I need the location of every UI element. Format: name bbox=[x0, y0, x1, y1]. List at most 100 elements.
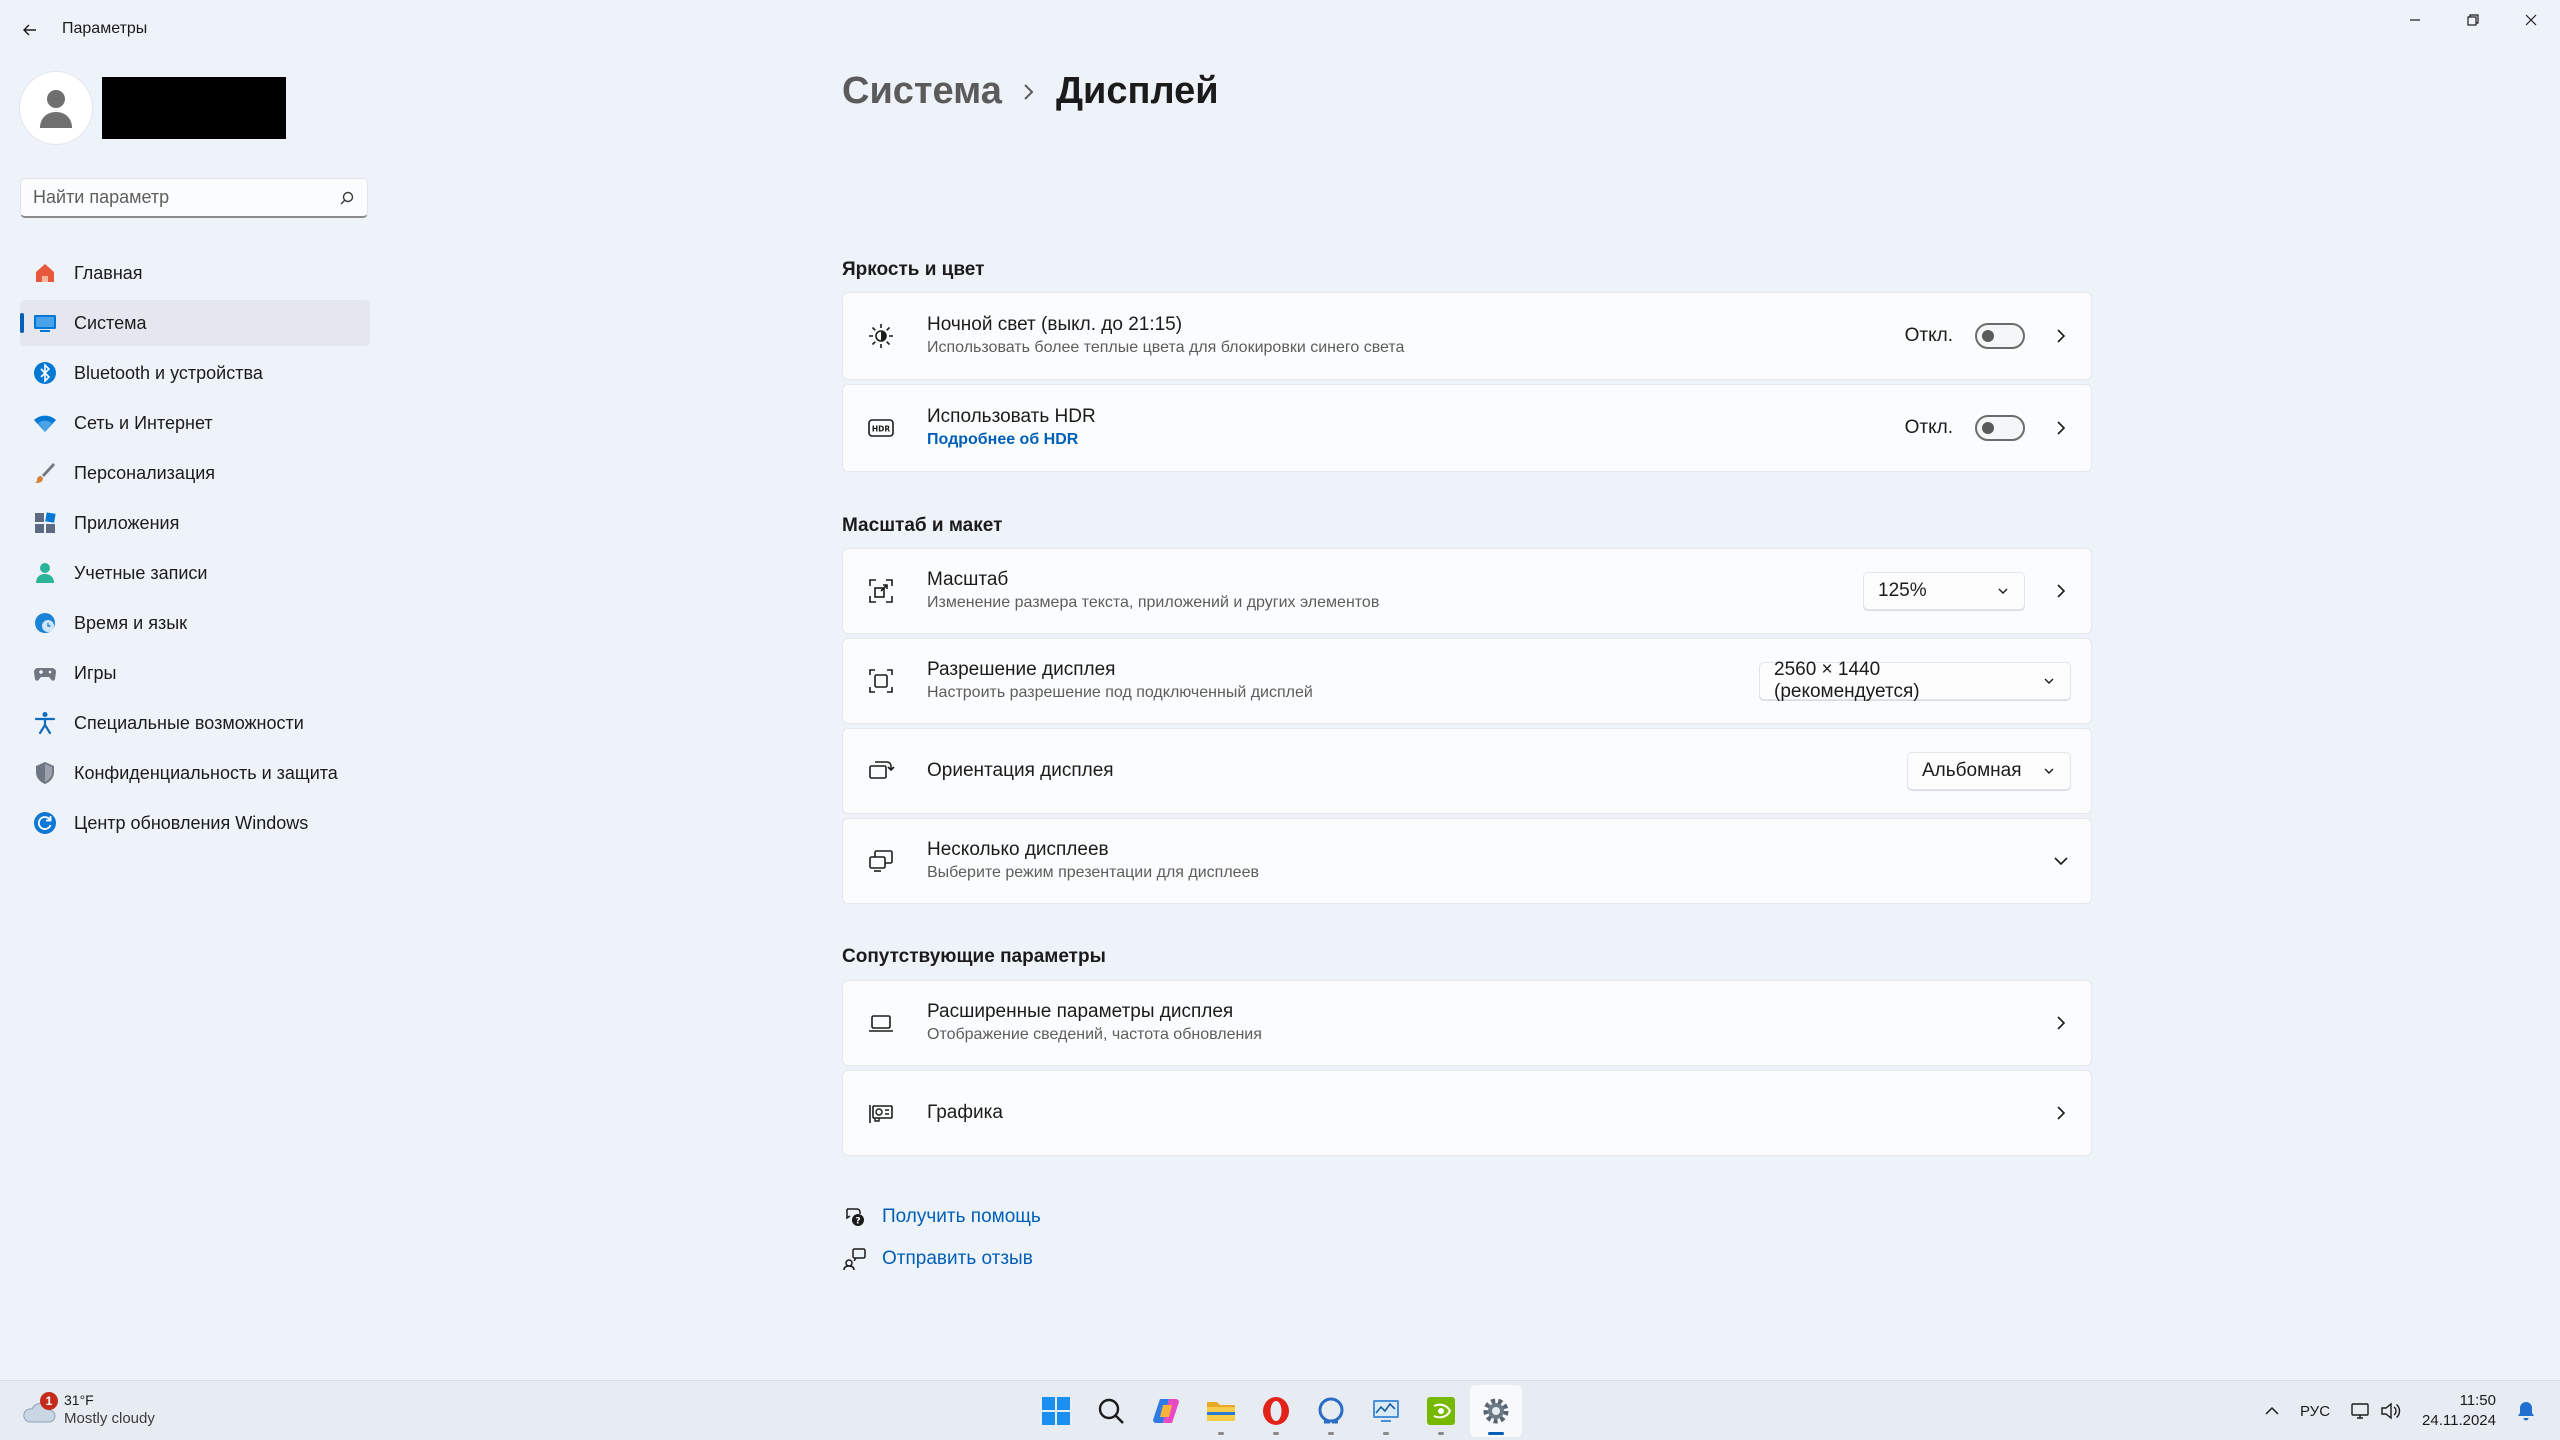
search-box[interactable] bbox=[20, 178, 368, 218]
running-indicator bbox=[1438, 1432, 1444, 1435]
nvidia-button[interactable] bbox=[1415, 1385, 1467, 1437]
graphics-card-icon bbox=[865, 1097, 897, 1129]
section-title-scale-layout: Масштаб и макет bbox=[842, 515, 1003, 536]
hdr-learn-more-link[interactable]: Подробнее об HDR bbox=[927, 429, 1905, 451]
chevron-down-icon bbox=[2042, 766, 2056, 776]
start-button[interactable] bbox=[1030, 1385, 1082, 1437]
close-button[interactable] bbox=[2502, 0, 2560, 40]
resolution-dropdown[interactable]: 2560 × 1440 (рекомендуется) bbox=[1759, 659, 2071, 702]
app-title: Параметры bbox=[62, 20, 148, 37]
night-light-card[interactable]: Ночной свет (выкл. до 21:15) Использоват… bbox=[842, 292, 2092, 380]
chevron-down-icon bbox=[1996, 586, 2010, 596]
minimize-button[interactable] bbox=[2386, 0, 2444, 40]
chevron-right-icon bbox=[1022, 82, 1036, 102]
taskbar-search-button[interactable] bbox=[1085, 1385, 1137, 1437]
volume-icon bbox=[2381, 1402, 2401, 1420]
sidebar-item-windows-update[interactable]: Центр обновления Windows bbox=[20, 800, 370, 846]
sidebar-nav: Главная Система Bluetooth и устройства С… bbox=[20, 250, 370, 850]
hdr-card[interactable]: HDR Использовать HDR Подробнее об HDR От… bbox=[842, 384, 2092, 472]
sidebar-item-home[interactable]: Главная bbox=[20, 250, 370, 296]
clock-date: 24.11.2024 bbox=[2422, 1412, 2496, 1429]
back-button[interactable] bbox=[14, 14, 46, 46]
svg-text:HDR: HDR bbox=[872, 425, 891, 434]
monitor-icon bbox=[32, 310, 58, 336]
help-links: ? Получить помощь Отправить отзыв bbox=[842, 1196, 1041, 1280]
sidebar-item-label: Bluetooth и устройства bbox=[74, 362, 263, 383]
restore-button[interactable] bbox=[2444, 0, 2502, 40]
opera-icon bbox=[1263, 1397, 1289, 1425]
user-profile[interactable] bbox=[20, 72, 286, 144]
search-input[interactable] bbox=[33, 187, 339, 208]
sidebar-item-label: Система bbox=[74, 312, 147, 333]
advanced-display-subtitle: Отображение сведений, частота обновления bbox=[927, 1026, 1262, 1043]
notifications-button[interactable] bbox=[2516, 1400, 2536, 1422]
sidebar-item-apps[interactable]: Приложения bbox=[20, 500, 370, 546]
chevron-right-icon bbox=[2051, 418, 2071, 438]
nvidia-icon bbox=[1427, 1397, 1455, 1425]
home-icon bbox=[32, 260, 58, 286]
input-language[interactable]: РУС bbox=[2300, 1403, 2330, 1420]
get-help-link[interactable]: ? Получить помощь bbox=[842, 1196, 1041, 1238]
multiple-displays-subtitle: Выберите режим презентации для дисплеев bbox=[927, 864, 1259, 881]
feedback-icon bbox=[842, 1246, 868, 1272]
sidebar-item-system[interactable]: Система bbox=[20, 300, 370, 346]
settings-button[interactable] bbox=[1470, 1385, 1522, 1437]
sidebar-item-bluetooth[interactable]: Bluetooth и устройства bbox=[20, 350, 370, 396]
laptop-icon bbox=[865, 1007, 897, 1039]
resolution-card[interactable]: Разрешение дисплея Настроить разрешение … bbox=[842, 638, 2092, 724]
sidebar-item-privacy[interactable]: Конфиденциальность и защита bbox=[20, 750, 370, 796]
minimize-icon bbox=[2410, 19, 2420, 21]
brush-icon bbox=[32, 460, 58, 486]
hdr-toggle[interactable] bbox=[1975, 415, 2025, 441]
file-explorer-icon bbox=[1207, 1402, 1235, 1421]
sidebar-item-accounts[interactable]: Учетные записи bbox=[20, 550, 370, 596]
network-volume-group[interactable] bbox=[2350, 1401, 2402, 1421]
resolution-value: 2560 × 1440 (рекомендуется) bbox=[1774, 659, 1920, 702]
sidebar-item-personalization[interactable]: Персонализация bbox=[20, 450, 370, 496]
breadcrumb: Система Дисплей bbox=[842, 70, 1219, 113]
monitor-app-button[interactable] bbox=[1360, 1385, 1412, 1437]
resolution-icon bbox=[865, 665, 897, 697]
taskbar: 1 31°F Mostly cloudy РУС 11:50 24.11.202… bbox=[0, 1380, 2560, 1440]
show-hidden-icons-button[interactable] bbox=[2264, 1405, 2280, 1417]
orientation-card[interactable]: Ориентация дисплея Альбомная bbox=[842, 728, 2092, 814]
arrow-left-icon bbox=[23, 24, 36, 36]
sidebar-item-gaming[interactable]: Игры bbox=[20, 650, 370, 696]
sidebar-item-label: Конфиденциальность и защита bbox=[74, 762, 338, 783]
graphics-card[interactable]: Графика bbox=[842, 1070, 2092, 1156]
weather-notification-badge: 1 bbox=[40, 1392, 58, 1410]
svg-text:?: ? bbox=[855, 1217, 860, 1227]
sidebar-item-label: Главная bbox=[74, 262, 143, 283]
sidebar-item-time-language[interactable]: Время и язык bbox=[20, 600, 370, 646]
file-explorer-button[interactable] bbox=[1195, 1385, 1247, 1437]
breadcrumb-parent[interactable]: Система bbox=[842, 70, 1002, 113]
chevron-down-icon[interactable] bbox=[2051, 851, 2071, 871]
orientation-icon bbox=[865, 755, 897, 787]
opera-button[interactable] bbox=[1250, 1385, 1302, 1437]
app-button[interactable] bbox=[1305, 1385, 1357, 1437]
night-light-state: Откл. bbox=[1904, 325, 1953, 346]
orientation-dropdown[interactable]: Альбомная bbox=[1907, 752, 2071, 790]
clock[interactable]: 11:50 24.11.2024 bbox=[2422, 1391, 2496, 1431]
person-silhouette-icon bbox=[40, 90, 72, 128]
sidebar-item-network[interactable]: Сеть и Интернет bbox=[20, 400, 370, 446]
sidebar-item-accessibility[interactable]: Специальные возможности bbox=[20, 700, 370, 746]
night-light-toggle[interactable] bbox=[1975, 323, 2025, 349]
scale-dropdown[interactable]: 125% bbox=[1863, 572, 2025, 610]
sidebar-item-label: Сеть и Интернет bbox=[74, 412, 213, 433]
weather-temperature: 31°F bbox=[64, 1392, 94, 1408]
copilot-button[interactable] bbox=[1140, 1385, 1192, 1437]
scale-card[interactable]: Масштаб Изменение размера текста, прилож… bbox=[842, 548, 2092, 634]
chevron-right-icon bbox=[2051, 326, 2071, 346]
avatar bbox=[20, 72, 92, 144]
shield-icon bbox=[32, 760, 58, 786]
chevron-down-icon bbox=[2042, 676, 2056, 686]
advanced-display-card[interactable]: Расширенные параметры дисплея Отображени… bbox=[842, 980, 2092, 1066]
hdr-state: Откл. bbox=[1904, 417, 1953, 438]
scale-value: 125% bbox=[1878, 580, 1927, 601]
globe-clock-icon bbox=[32, 610, 58, 636]
monitor-chart-icon bbox=[1373, 1400, 1399, 1422]
weather-widget[interactable]: 1 31°F Mostly cloudy bbox=[20, 1391, 155, 1429]
multiple-displays-card[interactable]: Несколько дисплеев Выберите режим презен… bbox=[842, 818, 2092, 904]
send-feedback-link[interactable]: Отправить отзыв bbox=[842, 1238, 1041, 1280]
